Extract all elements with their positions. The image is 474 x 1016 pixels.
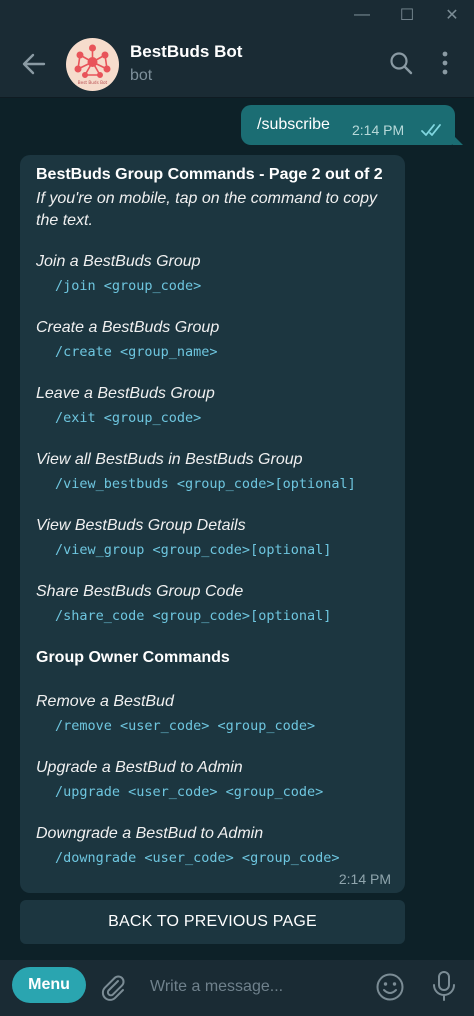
command-code[interactable]: /view_group <group_code>[optional] xyxy=(55,542,331,558)
close-window-button[interactable]: ✕ xyxy=(432,0,472,30)
search-icon[interactable] xyxy=(388,50,414,76)
back-to-previous-page-button[interactable]: BACK TO PREVIOUS PAGE xyxy=(20,900,405,944)
message-note: If you're on mobile, tap on the command … xyxy=(36,190,378,229)
command-title: Create a BestBuds Group xyxy=(36,319,220,336)
outgoing-message-text: /subscribe xyxy=(257,116,330,133)
incoming-message-time: 2:14 PM xyxy=(338,871,391,887)
message-title: BestBuds Group Commands - Page 2 out of … xyxy=(36,166,383,183)
command-code[interactable]: /upgrade <user_code> <group_code> xyxy=(55,784,323,800)
avatar-caption: Best Buds Bot xyxy=(78,80,108,85)
command-title: View all BestBuds in BestBuds Group xyxy=(36,451,303,468)
command-title: Join a BestBuds Group xyxy=(36,253,201,270)
outgoing-message-time: 2:14 PM xyxy=(352,122,405,138)
maximize-button[interactable]: ☐ xyxy=(387,0,427,30)
command-title: View BestBuds Group Details xyxy=(36,517,246,534)
command-code[interactable]: /create <group_name> xyxy=(55,344,218,360)
paperclip-icon[interactable] xyxy=(98,972,128,1002)
chat-subtitle: bot xyxy=(130,67,153,84)
more-options-icon[interactable] xyxy=(432,50,458,76)
command-title: Share BestBuds Group Code xyxy=(36,583,244,600)
command-code[interactable]: /exit <group_code> xyxy=(55,410,201,426)
outgoing-message[interactable]: /subscribe 2:14 PM xyxy=(241,105,463,145)
microphone-icon[interactable] xyxy=(430,970,458,1002)
bubble-tail xyxy=(453,135,463,145)
chat-title[interactable]: BestBuds Bot xyxy=(130,42,242,62)
command-title: Upgrade a BestBud to Admin xyxy=(36,759,243,776)
command-title: Downgrade a BestBud to Admin xyxy=(36,825,264,842)
back-arrow-icon[interactable] xyxy=(20,50,48,78)
double-check-icon xyxy=(421,124,441,136)
owner-section-title: Group Owner Commands xyxy=(36,649,230,666)
incoming-message[interactable]: BestBuds Group Commands - Page 2 out of … xyxy=(20,155,405,893)
bestbuds-logo-icon: Best Buds Bot xyxy=(74,44,111,85)
command-code[interactable]: /view_bestbuds <group_code>[optional] xyxy=(55,476,356,492)
window-titlebar: — ☐ ✕ xyxy=(0,0,474,30)
command-code[interactable]: /remove <user_code> <group_code> xyxy=(55,718,315,734)
emoji-icon[interactable] xyxy=(374,971,406,1003)
message-composer: Menu xyxy=(0,960,474,1016)
command-title: Leave a BestBuds Group xyxy=(36,385,215,402)
minimize-button[interactable]: — xyxy=(342,0,382,30)
bot-menu-button[interactable]: Menu xyxy=(12,967,86,1003)
command-code[interactable]: /share_code <group_code>[optional] xyxy=(55,608,331,624)
message-input[interactable] xyxy=(148,970,362,1004)
command-code[interactable]: /downgrade <user_code> <group_code> xyxy=(55,850,339,866)
command-title: Remove a BestBud xyxy=(36,693,174,710)
command-code[interactable]: /join <group_code> xyxy=(55,278,201,294)
chat-header: Best Buds Bot BestBuds Bot bot xyxy=(0,30,474,98)
avatar[interactable]: Best Buds Bot xyxy=(66,38,119,91)
